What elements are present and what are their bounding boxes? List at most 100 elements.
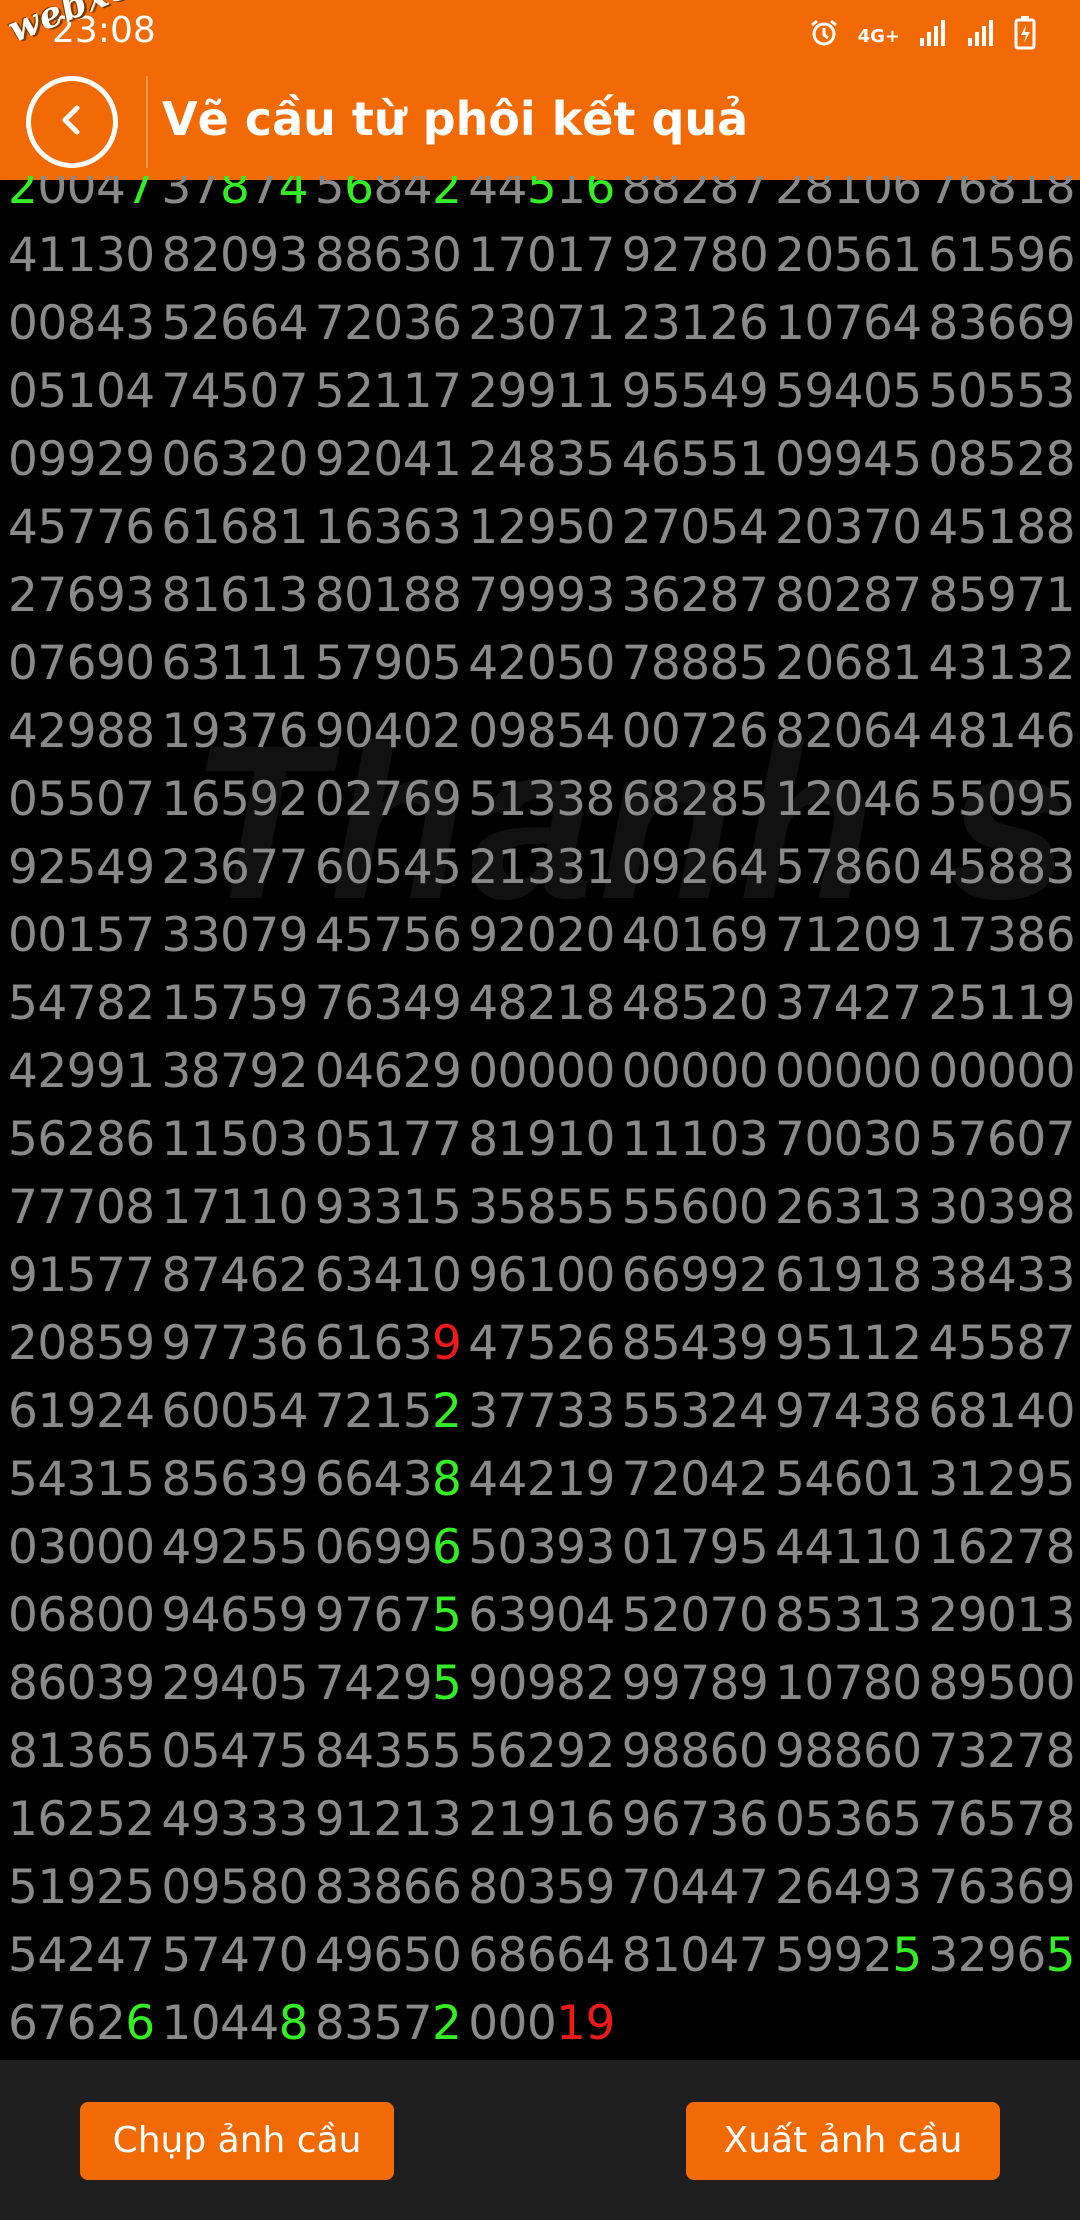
capture-image-button[interactable]: Chụp ảnh cầu (80, 2102, 394, 2180)
grid-number: 09264 (621, 840, 769, 895)
grid-row: 41130 82093 88630 17017 92780 20561 61596 (8, 222, 1080, 290)
grid-number: 20047 (8, 176, 155, 222)
grid-number: 01795 (621, 1520, 769, 1575)
grid-row: 00843 52664 72036 23071 23126 10764 83669 (8, 290, 1080, 358)
grid-number: 61918 (775, 1248, 922, 1303)
grid-row: 81365 05475 84355 56292 98860 98860 73278 (8, 1718, 1080, 1786)
grid-number: 00843 (8, 296, 155, 351)
grid-number: 50393 (468, 1520, 615, 1575)
grid-row: 45776 61681 16363 12950 27054 20370 45188 (8, 494, 1080, 562)
highlighted-digit: 1 (556, 1996, 586, 2051)
chevron-left-icon (52, 100, 92, 144)
grid-number: 44516 (468, 176, 615, 222)
grid-number: 00000 (468, 1044, 615, 1099)
grid-number: 85439 (621, 1316, 769, 1371)
grid-number: 16252 (8, 1792, 155, 1847)
highlighted-digit: 2 (8, 176, 38, 215)
grid-row: 42988 19376 90402 09854 00726 82064 48146 (8, 698, 1080, 766)
grid-number: 52117 (314, 364, 462, 419)
grid-number: 57905 (314, 636, 462, 691)
back-button[interactable] (26, 76, 118, 168)
grid-number: 00019 (468, 1996, 615, 2051)
highlighted-digit: 9 (585, 1996, 615, 2051)
grid-number: 26493 (775, 1860, 922, 1915)
grid-number: 09929 (8, 432, 155, 487)
grid-number: 96736 (621, 1792, 769, 1847)
grid-number: 46551 (621, 432, 769, 487)
grid-number: 72042 (621, 1452, 769, 1507)
grid-number: 95549 (621, 364, 769, 419)
grid-number: 55095 (928, 772, 1075, 827)
grid-number: 76578 (928, 1792, 1075, 1847)
grid-number: 85639 (161, 1452, 308, 1507)
grid-row: 92549 23677 60545 21331 09264 57860 45883 (8, 834, 1080, 902)
grid-number: 98860 (775, 1724, 922, 1779)
grid-number: 36287 (621, 568, 769, 623)
grid-number: 57470 (161, 1928, 308, 1983)
grid-number: 20561 (775, 228, 922, 283)
grid-number: 05104 (8, 364, 155, 419)
grid-number: 90982 (468, 1656, 615, 1711)
grid-number: 93315 (314, 1180, 462, 1235)
grid-number: 45188 (928, 500, 1075, 555)
grid-number: 44110 (775, 1520, 922, 1575)
grid-number: 24835 (468, 432, 615, 487)
grid-number: 70030 (775, 1112, 922, 1167)
grid-number: 02769 (314, 772, 462, 827)
grid-number: 67626 (8, 1996, 155, 2051)
grid-number: 15759 (161, 976, 308, 1031)
grid-number: 48520 (621, 976, 769, 1031)
grid-row: 54782 15759 76349 48218 48520 37427 25119 (8, 970, 1080, 1038)
grid-number: 09580 (161, 1860, 308, 1915)
grid-number: 00157 (8, 908, 155, 963)
grid-number: 37874 (161, 176, 308, 222)
grid-number: 31295 (928, 1452, 1075, 1507)
grid-number: 19376 (161, 704, 308, 759)
highlighted-digit: 5 (432, 1588, 462, 1643)
grid-number: 20370 (775, 500, 922, 555)
grid-number: 55324 (621, 1384, 769, 1439)
grid-row: 05507 16592 02769 51338 68285 12046 55095 (8, 766, 1080, 834)
grid-number: 61924 (8, 1384, 155, 1439)
grid-number: 29405 (161, 1656, 308, 1711)
highlighted-digit: 4 (278, 176, 309, 215)
grid-number: 10448 (161, 1996, 309, 2051)
grid-number: 54782 (8, 976, 155, 1031)
grid-number: 16363 (314, 500, 462, 555)
grid-number: 61596 (928, 228, 1075, 283)
grid-number: 42988 (8, 704, 155, 759)
export-image-button[interactable]: Xuất ảnh cầu (686, 2102, 1000, 2180)
highlighted-digit: 2 (432, 1384, 462, 1439)
grid-number: 48146 (928, 704, 1075, 759)
highlighted-digit: 2 (432, 1996, 462, 2051)
grid-number: 06320 (161, 432, 308, 487)
highlighted-digit: 8 (278, 1996, 309, 2051)
grid-number: 38792 (161, 1044, 308, 1099)
grid-number: 26313 (775, 1180, 922, 1235)
grid-number: 27054 (621, 500, 769, 555)
highlighted-digit: 8 (432, 1452, 462, 1507)
grid-number: 86039 (8, 1656, 155, 1711)
highlighted-digit: 5 (892, 1928, 922, 1983)
grid-number: 30398 (928, 1180, 1075, 1235)
grid-number: 60545 (314, 840, 462, 895)
highlighted-digit: 6 (432, 1520, 462, 1575)
grid-number: 03000 (8, 1520, 155, 1575)
grid-number: 20859 (8, 1316, 155, 1371)
grid-number: 73278 (928, 1724, 1075, 1779)
grid-number: 83866 (314, 1860, 462, 1915)
highlighted-digit: 9 (432, 1316, 462, 1371)
number-grid: Thanh số 2004737874568424451688287281067… (0, 176, 1080, 2060)
page-title: Vẽ cầu từ phôi kết quả (162, 92, 749, 146)
grid-number: 80287 (775, 568, 922, 623)
grid-number: 37427 (775, 976, 922, 1031)
network-type-label: 4G+ (857, 25, 900, 47)
grid-number: 63904 (468, 1588, 615, 1643)
grid-number: 29013 (928, 1588, 1075, 1643)
grid-number: 59925 (775, 1928, 922, 1983)
grid-number: 48218 (468, 976, 615, 1031)
grid-number: 23677 (161, 840, 308, 895)
grid-number: 97675 (314, 1588, 462, 1643)
grid-number: 70447 (621, 1860, 769, 1915)
grid-number: 41130 (8, 228, 155, 283)
